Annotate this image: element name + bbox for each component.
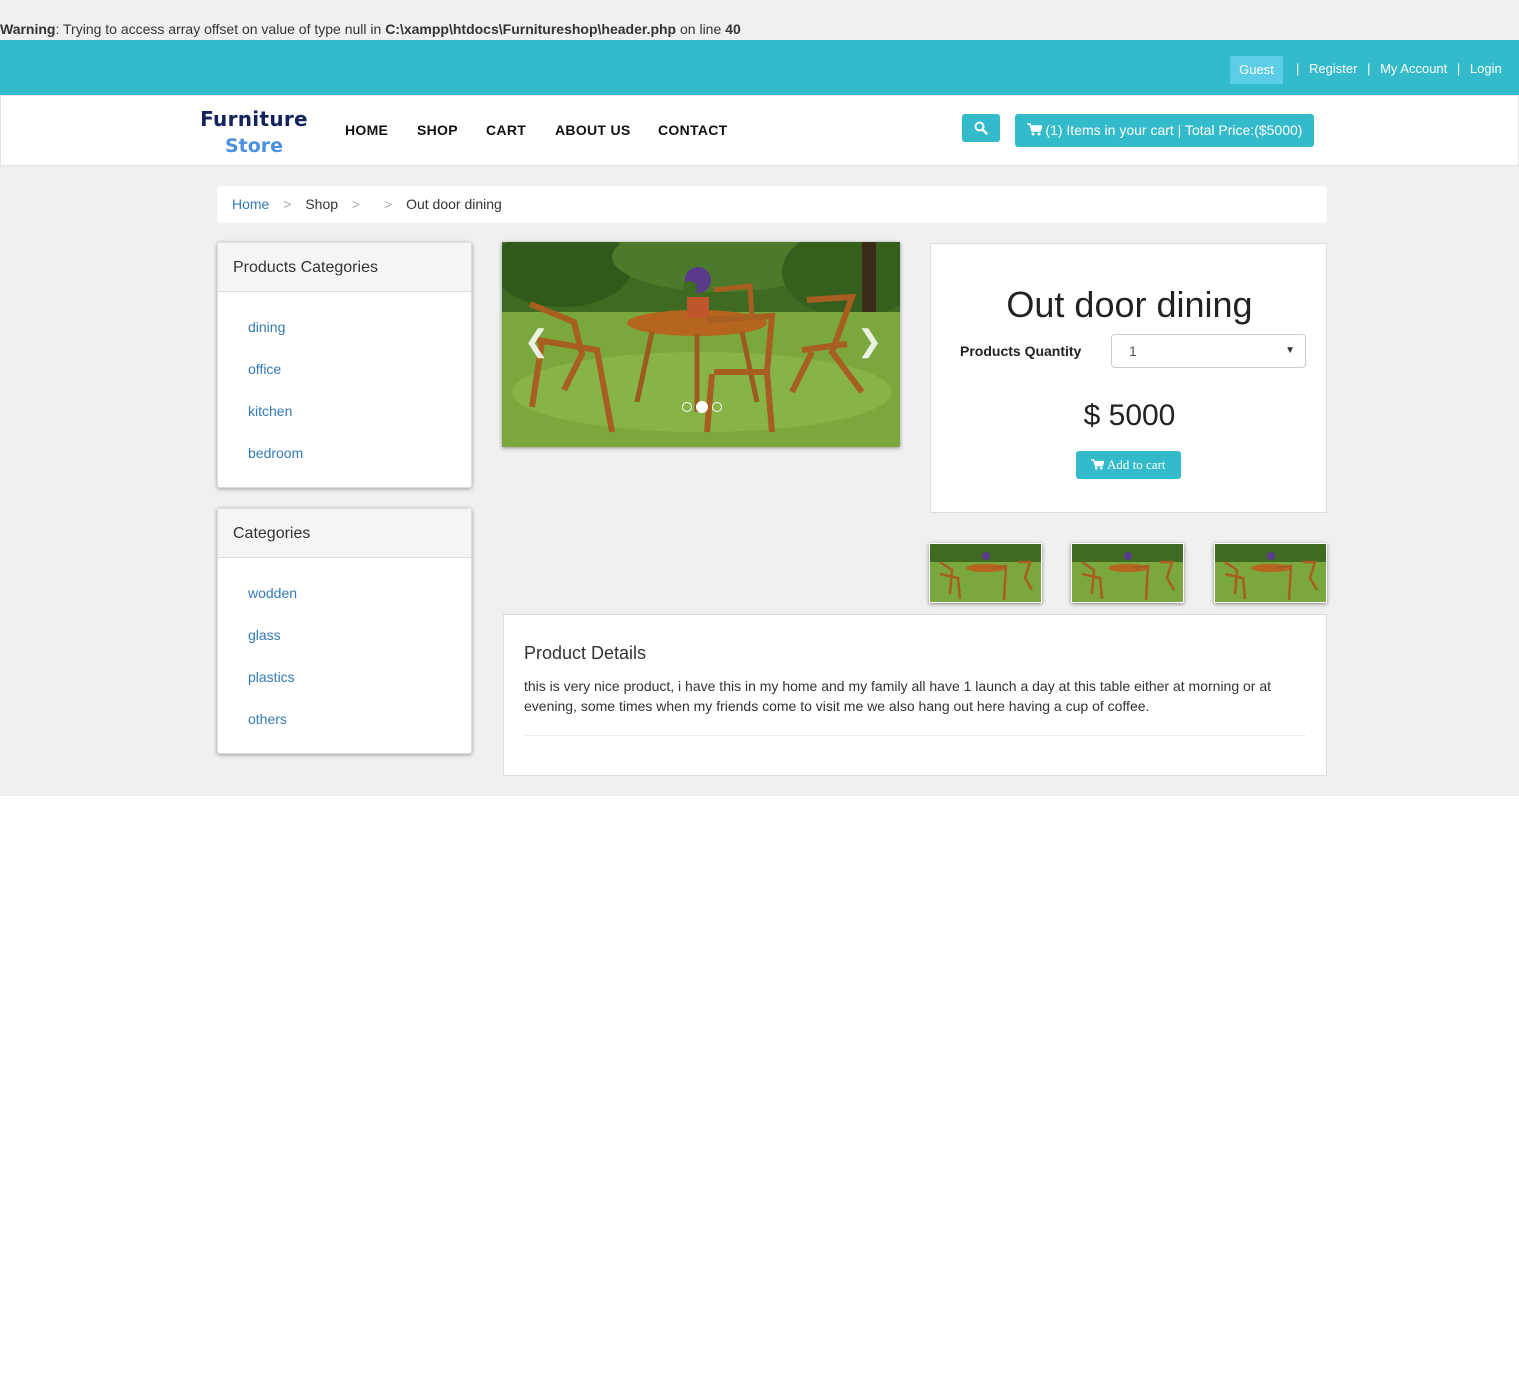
shopping-cart-icon [1026,123,1043,136]
breadcrumb-home[interactable]: Home [232,196,269,212]
breadcrumb: Home > Shop > > Out door dining [217,186,1327,223]
details-title: Product Details [524,643,647,663]
php-warning: Warning: Trying to access array offset o… [0,21,741,37]
product-thumbnail[interactable] [1214,543,1327,603]
category-link[interactable]: dining [218,306,471,348]
nav-cart[interactable]: CART [486,122,526,138]
carousel-indicators [680,398,724,413]
quantity-select[interactable]: 1 ▼ [1111,334,1306,368]
products-categories-panel: Products Categories dining office kitche… [217,242,472,488]
carousel-dot[interactable] [712,401,722,412]
details-description: this is very nice product, i have this i… [524,678,1272,714]
carousel-prev-icon[interactable]: ❮ [524,324,549,359]
login-link[interactable]: Login [1470,61,1502,76]
guest-badge: Guest [1230,56,1283,84]
panel-title: Categories [218,509,471,558]
account-links: | Register | My Account | Login [1296,61,1502,76]
product-image-carousel[interactable]: ❮ ❯ [502,242,900,447]
search-button[interactable] [962,114,1000,142]
nav-home[interactable]: HOME [345,122,388,138]
quantity-label: Products Quantity [960,343,1082,359]
carousel-dot[interactable] [696,400,708,413]
product-thumbnail[interactable] [929,543,1042,603]
brand-logo[interactable]: Furniture Store [197,106,311,160]
material-link[interactable]: glass [218,614,471,656]
category-link[interactable]: bedroom [218,432,471,474]
thumbnail-image [1215,544,1326,602]
material-link[interactable]: others [218,698,471,740]
categories-panel: Categories wodden glass plastics others [217,508,472,754]
carousel-dot[interactable] [682,401,692,412]
cart-summary-button[interactable]: (1) Items in your cart | Total Price:($5… [1015,114,1314,147]
material-link[interactable]: wodden [218,572,471,614]
chevron-down-icon: ▼ [1285,345,1295,356]
nav-shop[interactable]: SHOP [417,122,458,138]
product-price: $ 5000 [1083,399,1176,432]
category-link[interactable]: kitchen [218,390,471,432]
thumbnail-image [930,544,1041,602]
register-link[interactable]: Register [1309,61,1357,76]
product-title: Out door dining [1006,284,1253,325]
search-icon [974,121,988,135]
thumbnail-image [1072,544,1183,602]
my-account-link[interactable]: My Account [1380,61,1447,76]
product-thumbnail[interactable] [1071,543,1184,603]
breadcrumb-current: Out door dining [406,196,502,212]
shopping-cart-icon [1091,459,1106,470]
divider [524,735,1306,736]
carousel-next-icon[interactable]: ❯ [857,324,882,359]
nav-contact[interactable]: CONTACT [658,122,728,138]
product-info-box: Out door dining Products Quantity 1 ▼ $ … [930,243,1327,513]
panel-title: Products Categories [218,243,471,292]
outdoor-dining-photo [502,242,900,447]
nav-about-us[interactable]: ABOUT US [555,122,631,138]
category-link[interactable]: office [218,348,471,390]
material-link[interactable]: plastics [218,656,471,698]
product-details-panel: Product Details this is very nice produc… [503,614,1327,776]
breadcrumb-shop[interactable]: Shop [305,196,338,212]
add-to-cart-button[interactable]: Add to cart [1076,451,1181,479]
